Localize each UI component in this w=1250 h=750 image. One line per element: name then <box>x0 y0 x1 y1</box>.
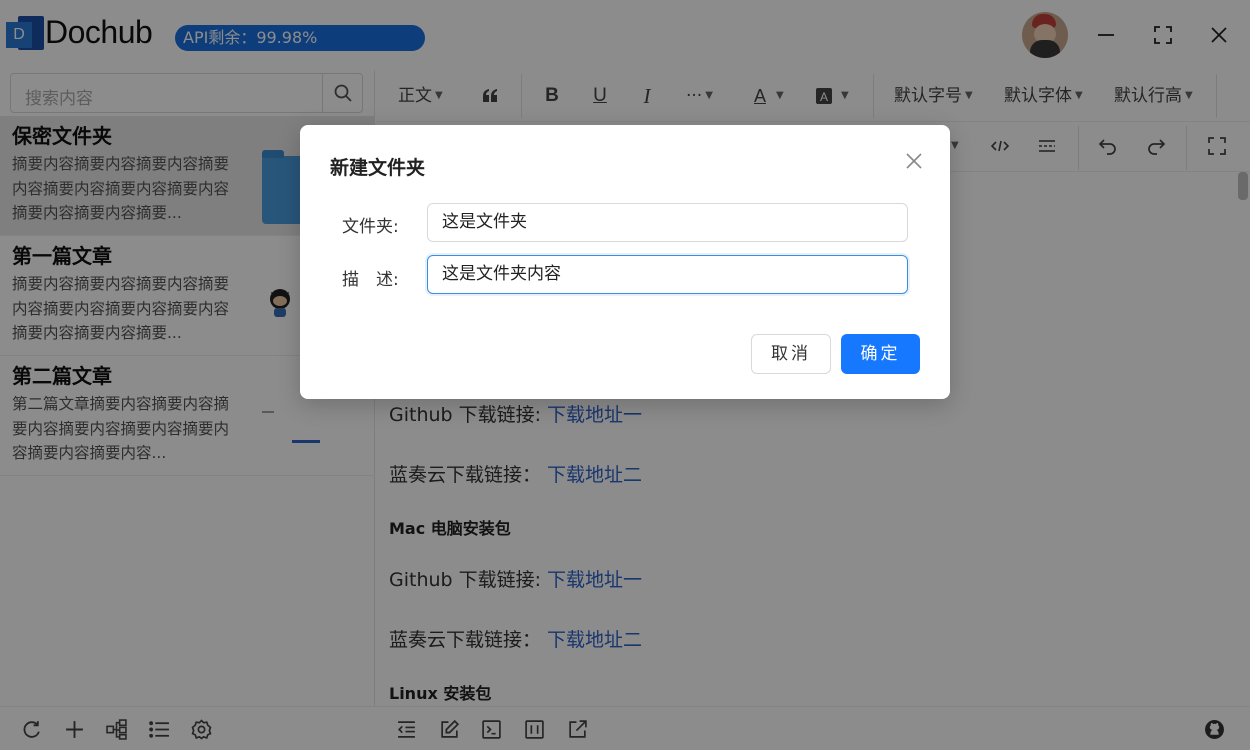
folder-name-input[interactable]: 这是文件夹 <box>427 203 908 242</box>
folder-name-label: 文件夹: <box>342 217 399 237</box>
dialog-close-icon[interactable] <box>902 149 926 173</box>
description-input[interactable]: 这是文件夹内容 <box>427 255 908 294</box>
cancel-button[interactable]: 取消 <box>751 334 831 374</box>
confirm-button[interactable]: 确定 <box>841 334 920 374</box>
dialog-title: 新建文件夹 <box>330 157 426 179</box>
description-label: 描 述: <box>342 270 399 290</box>
new-folder-dialog: 新建文件夹 文件夹: 这是文件夹 描 述: 这是文件夹内容 取消 确定 <box>300 125 950 399</box>
